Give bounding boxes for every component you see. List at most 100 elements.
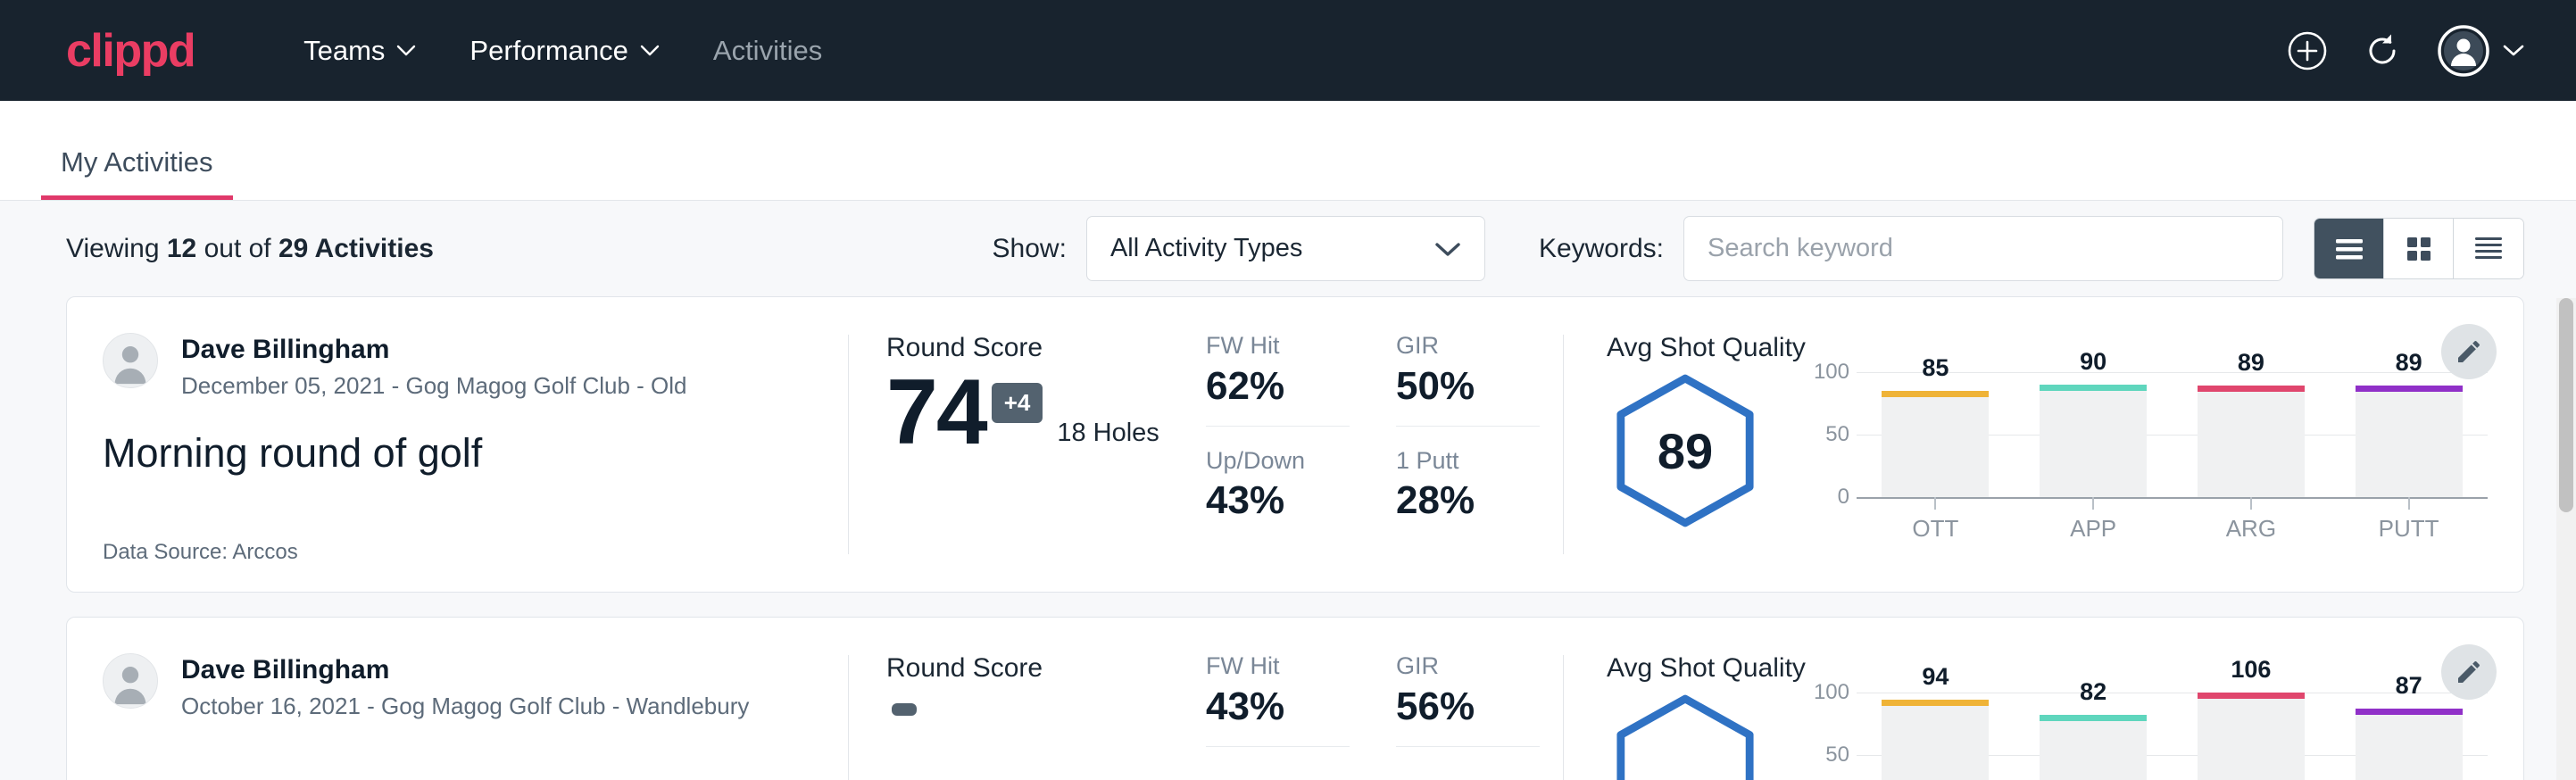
stat-gir: GIR 56%	[1396, 653, 1540, 747]
shot-quality-bar-chart: 05010085908989OTTAPPARGPUTT	[1799, 372, 2488, 533]
top-nav-icons	[2287, 24, 2524, 78]
stat-fw-hit: FW Hit 43%	[1206, 653, 1350, 747]
viewing-prefix: Viewing	[66, 234, 167, 263]
chart-plot-area: 05010085908989OTTAPPARGPUTT	[1799, 372, 2488, 497]
stat-up-down: Up/Down 43%	[1206, 427, 1373, 521]
person-avatar-icon	[104, 653, 157, 709]
round-score-column: Round Score	[849, 618, 1206, 780]
stat-up-down	[1206, 747, 1373, 776]
activity-card[interactable]: Dave Billingham December 05, 2021 - Gog …	[66, 296, 2524, 593]
chart-tick-mark	[1934, 497, 1936, 510]
stat-value: 43%	[1206, 687, 1350, 726]
view-mode-toggle-group	[2314, 218, 2524, 279]
round-score-value: 74	[886, 369, 986, 457]
chart-x-tick: OTT	[1882, 497, 1989, 543]
edit-activity-button[interactable]	[2441, 324, 2497, 379]
pencil-icon	[2455, 337, 2483, 366]
nav-item-activities-label: Activities	[713, 35, 822, 67]
tab-my-activities-label: My Activities	[61, 146, 213, 178]
chart-bar-cap	[1882, 700, 1989, 706]
chart-tick-mark	[2250, 497, 2252, 510]
chart-bar-value-label: 89	[2198, 349, 2305, 377]
chart-bar-value-label: 106	[2198, 656, 2305, 684]
chart-x-axis: OTT APP ARG PUTT	[1857, 497, 2488, 543]
activity-author: Dave Billingham October 16, 2021 - Gog M…	[103, 653, 812, 721]
stat-value: 56%	[1396, 687, 1540, 726]
stat-value: 62%	[1206, 367, 1350, 406]
viewing-total: 29 Activities	[278, 234, 434, 263]
chart-x-tick: ARG	[2198, 497, 2305, 543]
nav-item-activities[interactable]: Activities	[686, 24, 849, 78]
chart-bars: 85908989	[1857, 372, 2488, 497]
account-menu[interactable]	[2437, 24, 2524, 78]
chart-x-tick: PUTT	[2356, 497, 2463, 543]
chart-bar-value-label: 85	[1882, 354, 1989, 382]
to-par-badge: +4	[992, 383, 1043, 423]
activity-card[interactable]: Dave Billingham October 16, 2021 - Gog M…	[66, 617, 2524, 780]
refresh-icon[interactable]	[2362, 30, 2403, 71]
shot-quality-hexagon	[1607, 693, 1764, 780]
chart-bar-value-label: 94	[1882, 663, 1989, 691]
activity-card-list: Dave Billingham December 05, 2021 - Gog …	[0, 296, 2576, 780]
activity-author: Dave Billingham December 05, 2021 - Gog …	[103, 333, 812, 401]
viewing-mid: out of	[196, 234, 278, 263]
chart-bar	[2356, 386, 2463, 497]
activity-meta: October 16, 2021 - Gog Magog Golf Club -…	[181, 692, 749, 722]
chevron-down-icon	[1434, 241, 1461, 257]
app-logo[interactable]: clippd	[66, 28, 195, 74]
detail-view-button[interactable]	[2454, 219, 2523, 278]
viewing-count-text: Viewing 12 out of 29 Activities	[66, 234, 434, 264]
edit-activity-button[interactable]	[2441, 644, 2497, 700]
stat-value: 43%	[1206, 481, 1373, 520]
stat-label: GIR	[1396, 333, 1540, 360]
page-scrollbar[interactable]	[2556, 298, 2576, 780]
activity-type-select[interactable]: All Activity Types	[1086, 216, 1485, 281]
list-view-button[interactable]	[2314, 219, 2384, 278]
activity-author-name: Dave Billingham	[181, 653, 749, 687]
scrollbar-thumb[interactable]	[2559, 298, 2573, 512]
chart-bar-column: 90	[2040, 372, 2147, 497]
chart-bar-cap	[2198, 693, 2305, 699]
nav-item-teams[interactable]: Teams	[277, 24, 443, 78]
chart-bar-cap	[2198, 386, 2305, 392]
activity-type-select-value: All Activity Types	[1110, 234, 1434, 263]
chart-y-tick-label: 50	[1799, 422, 1849, 447]
round-score-label: Round Score	[886, 653, 1206, 684]
pencil-icon	[2455, 658, 2483, 686]
chart-x-tick: APP	[2040, 497, 2147, 543]
avatar	[103, 333, 158, 388]
chart-y-tick-label: 100	[1799, 360, 1849, 385]
chart-tick-mark	[2408, 497, 2410, 510]
person-avatar-icon	[104, 333, 157, 388]
activity-author-text: Dave Billingham December 05, 2021 - Gog …	[181, 333, 687, 401]
stat-gir: GIR 50%	[1396, 333, 1540, 427]
chart-bar-value-label: 90	[2040, 348, 2147, 376]
search-input[interactable]	[1683, 216, 2283, 281]
chart-bar-column: 94	[1882, 693, 1989, 780]
stat-value: 50%	[1396, 367, 1540, 406]
round-score-value-group	[886, 689, 1206, 716]
add-circle-icon[interactable]	[2287, 30, 2328, 71]
account-avatar-icon	[2437, 24, 2490, 78]
chart-bar-cap	[2356, 709, 2463, 715]
chart-bar	[2040, 715, 2147, 780]
chart-y-tick-label: 0	[1799, 485, 1849, 510]
round-score-column: Round Score 74 +4 18 Holes	[849, 297, 1206, 592]
primary-nav: Teams Performance Activities	[277, 24, 849, 78]
activity-title: Morning round of golf	[103, 429, 812, 477]
stat-fw-hit: FW Hit 62%	[1206, 333, 1350, 427]
avg-shot-quality-body: 89 05010085908989OTTAPPARGPUTT	[1607, 372, 2488, 565]
stat-label: 1 Putt	[1396, 448, 1563, 475]
chart-bar	[2198, 386, 2305, 497]
nav-item-performance[interactable]: Performance	[443, 24, 686, 78]
avg-shot-quality-column: Avg Shot Quality 050100948210687OTTAPPAR…	[1564, 618, 2523, 780]
nav-item-performance-label: Performance	[469, 35, 627, 67]
activity-meta: December 05, 2021 - Gog Magog Golf Club …	[181, 371, 687, 402]
shot-quality-hexagon: 89	[1607, 372, 1764, 529]
activity-author-text: Dave Billingham October 16, 2021 - Gog M…	[181, 653, 749, 721]
stat-label: Up/Down	[1206, 448, 1373, 475]
tab-my-activities[interactable]: My Activities	[41, 148, 233, 200]
activity-data-source: Data Source: Arccos	[103, 540, 812, 565]
avg-shot-quality-column: Avg Shot Quality 89 05010085908989OTTAPP…	[1564, 297, 2523, 592]
grid-view-button[interactable]	[2384, 219, 2454, 278]
